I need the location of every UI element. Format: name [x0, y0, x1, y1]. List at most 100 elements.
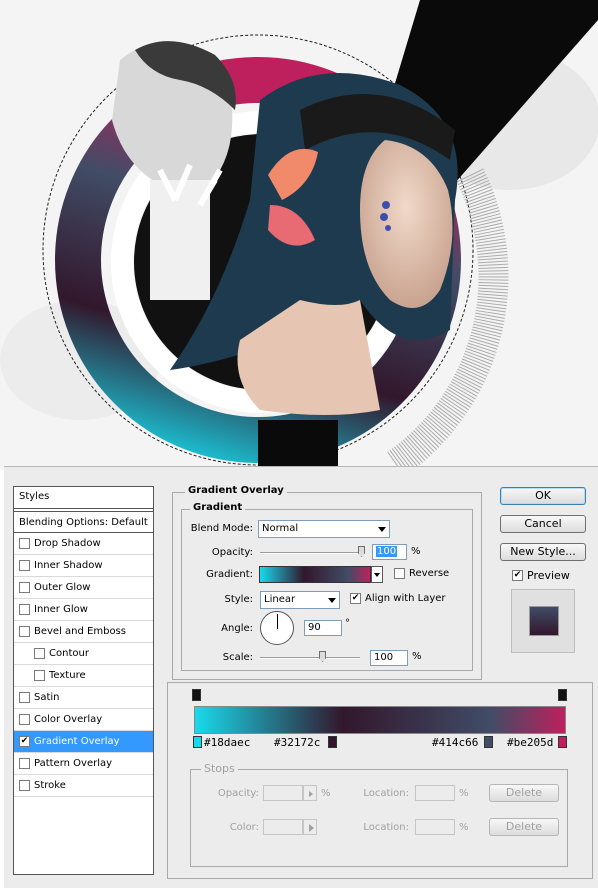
style-item-inner-glow[interactable]: Inner Glow	[14, 599, 153, 621]
drop-shadow-checkbox[interactable]	[19, 538, 30, 549]
ok-button[interactable]: OK	[500, 487, 586, 505]
angle-dial[interactable]	[260, 611, 294, 645]
stops-color-location-input[interactable]	[415, 819, 455, 835]
scale-slider-thumb[interactable]	[319, 651, 326, 662]
chevron-down-icon	[374, 573, 380, 577]
stops-color-location-unit: %	[459, 822, 469, 833]
stops-color-swatch[interactable]	[263, 819, 303, 835]
opacity-slider-thumb[interactable]	[358, 546, 365, 557]
outer-glow-checkbox[interactable]	[19, 582, 30, 593]
color-stop-plum[interactable]	[328, 736, 337, 748]
inner-glow-checkbox[interactable]	[19, 604, 30, 615]
pattern-overlay-checkbox[interactable]	[19, 758, 30, 769]
align-with-layer-checkbox[interactable]: ✔ Align with Layer	[350, 593, 446, 604]
stops-opacity-input[interactable]	[263, 785, 303, 801]
preview-swatch	[529, 606, 559, 636]
chevron-down-icon	[328, 598, 336, 603]
gradient-bar[interactable]	[194, 706, 566, 734]
chevron-right-icon	[309, 824, 314, 832]
blend-mode-select[interactable]: Normal	[258, 520, 390, 538]
style-item-label: Satin	[34, 692, 60, 703]
style-item-label: Contour	[49, 648, 89, 659]
gradient-editor: #18daec #32172c #414c66 #be205d Stops Op…	[167, 682, 593, 879]
angle-input[interactable]: 90	[304, 620, 342, 636]
style-item-texture[interactable]: Texture	[14, 665, 153, 687]
style-item-outer-glow[interactable]: Outer Glow	[14, 577, 153, 599]
style-item-drop-shadow[interactable]: Drop Shadow	[14, 533, 153, 555]
gradient-overlay-checkbox[interactable]: ✔	[19, 736, 30, 747]
opacity-input[interactable]: 100	[372, 544, 407, 560]
color-stop-magenta[interactable]	[558, 736, 567, 748]
blend-mode-value: Normal	[262, 523, 299, 534]
style-item-label: Pattern Overlay	[34, 758, 113, 769]
color-stop-plum-label: #32172c	[274, 736, 321, 749]
satin-checkbox[interactable]	[19, 692, 30, 703]
texture-checkbox[interactable]	[34, 670, 45, 681]
stops-color-menu-button[interactable]	[303, 819, 317, 835]
style-item-color-overlay[interactable]: Color Overlay	[14, 709, 153, 731]
gradient-dropdown-button[interactable]	[371, 566, 383, 583]
gradient-label: Gradient:	[206, 569, 253, 580]
stops-opacity-label: Opacity:	[217, 788, 259, 799]
style-item-satin[interactable]: Satin	[14, 687, 153, 709]
opacity-label: Opacity:	[211, 547, 253, 558]
reverse-label: Reverse	[409, 568, 450, 579]
style-item-contour[interactable]: Contour	[14, 643, 153, 665]
style-item-bevel-and-emboss[interactable]: Bevel and Emboss	[14, 621, 153, 643]
style-item-stroke[interactable]: Stroke	[14, 775, 153, 797]
stroke-checkbox[interactable]	[19, 780, 30, 791]
style-item-inner-shadow[interactable]: Inner Shadow	[14, 555, 153, 577]
scale-input[interactable]: 100	[370, 650, 408, 666]
styles-header[interactable]: Styles	[14, 487, 153, 509]
opacity-stop-right[interactable]	[558, 689, 567, 701]
gradient-overlay-panel: Gradient Overlay Gradient Blend Mode: No…	[172, 485, 482, 680]
style-select[interactable]: Linear	[260, 591, 340, 609]
poster-illustration	[0, 0, 598, 470]
scale-unit: %	[412, 651, 422, 662]
delete-opacity-stop-button[interactable]: Delete	[489, 784, 559, 802]
stops-group: Stops Opacity: % Location: % Delete Colo…	[190, 762, 568, 867]
style-item-label: Drop Shadow	[34, 538, 101, 549]
gradient-group: Gradient Blend Mode: Normal Opacity: 100…	[181, 502, 473, 671]
reverse-checkbox[interactable]: Reverse	[394, 568, 449, 579]
opacity-slider-track[interactable]	[260, 552, 364, 554]
opacity-stop-left[interactable]	[192, 689, 201, 701]
style-value: Linear	[264, 594, 296, 605]
contour-checkbox[interactable]	[34, 648, 45, 659]
stops-opacity-location-unit: %	[459, 788, 469, 799]
gradient-group-title: Gradient	[190, 502, 246, 513]
angle-label: Angle:	[221, 623, 253, 634]
style-item-label: Bevel and Emboss	[34, 626, 126, 637]
color-overlay-checkbox[interactable]	[19, 714, 30, 725]
color-stop-slate-label: #414c66	[432, 736, 479, 749]
gradient-overlay-title: Gradient Overlay	[185, 485, 287, 496]
stops-opacity-location-input[interactable]	[415, 785, 455, 801]
scale-slider-track[interactable]	[260, 657, 360, 659]
canvas-artwork	[0, 0, 598, 470]
color-stop-cyan[interactable]	[193, 736, 202, 748]
style-item-gradient-overlay[interactable]: ✔ Gradient Overlay	[14, 731, 153, 753]
layer-style-dialog: Styles Blending Options: Default Drop Sh…	[4, 466, 598, 888]
angle-dial-needle	[277, 614, 278, 629]
bevel-and-emboss-checkbox[interactable]	[19, 626, 30, 637]
opacity-value: 100	[376, 546, 398, 557]
style-item-pattern-overlay[interactable]: Pattern Overlay	[14, 753, 153, 775]
color-stop-slate[interactable]	[484, 736, 493, 748]
stops-color-location-label: Location:	[363, 822, 409, 833]
preview-checkbox[interactable]: ✔ Preview	[512, 569, 570, 582]
gradient-preview-swatch[interactable]	[259, 566, 371, 583]
delete-color-stop-button[interactable]: Delete	[489, 818, 559, 836]
style-item-label: Gradient Overlay	[34, 736, 120, 747]
styles-list: Styles Blending Options: Default Drop Sh…	[13, 486, 154, 875]
style-item-label: Inner Shadow	[34, 560, 103, 571]
style-label: Style:	[224, 594, 254, 605]
new-style-button[interactable]: New Style...	[500, 543, 586, 561]
stops-opacity-stepper[interactable]	[303, 785, 317, 801]
chevron-right-icon	[309, 791, 313, 797]
stops-opacity-unit: %	[321, 788, 331, 799]
style-item-label: Outer Glow	[34, 582, 91, 593]
cancel-button[interactable]: Cancel	[500, 515, 586, 533]
style-item-label: Stroke	[34, 780, 66, 791]
blending-options-item[interactable]: Blending Options: Default	[14, 511, 153, 533]
inner-shadow-checkbox[interactable]	[19, 560, 30, 571]
